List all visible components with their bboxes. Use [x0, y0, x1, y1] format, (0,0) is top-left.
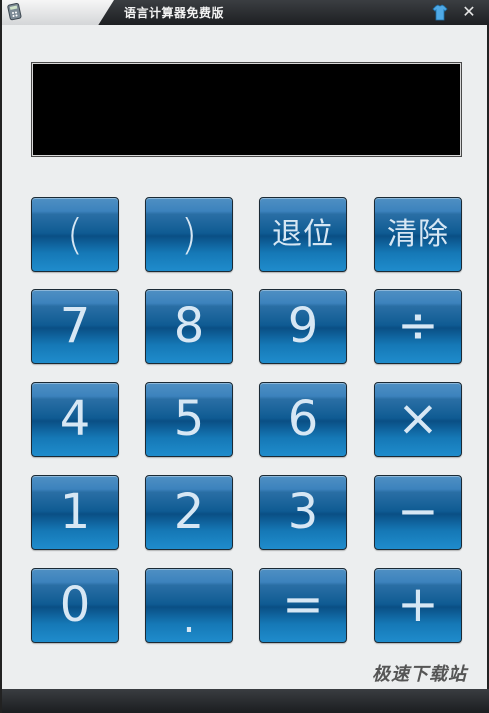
- digit-1-button[interactable]: 1: [31, 475, 119, 550]
- calculator-app-icon: [7, 3, 23, 21]
- equals-label: =: [282, 575, 324, 633]
- clear-button[interactable]: 清除: [374, 197, 462, 272]
- right-paren-label: ): [180, 210, 198, 259]
- backspace-button[interactable]: 退位: [259, 197, 347, 272]
- digit-4-button[interactable]: 4: [31, 382, 119, 457]
- shirt-icon[interactable]: [431, 4, 449, 22]
- multiply-label: ×: [397, 389, 439, 447]
- backspace-label: 退位: [272, 217, 334, 252]
- plus-label: +: [397, 575, 439, 633]
- divide-button[interactable]: ÷: [374, 289, 462, 364]
- digit-6-label: 6: [287, 391, 319, 447]
- digit-9-button[interactable]: 9: [259, 289, 347, 364]
- digit-0-button[interactable]: 0: [31, 568, 119, 643]
- bottom-bar: [2, 689, 489, 713]
- digit-6-button[interactable]: 6: [259, 382, 347, 457]
- left-paren-label: (: [66, 210, 84, 259]
- digit-8-label: 8: [173, 298, 205, 354]
- digit-5-label: 5: [173, 391, 205, 447]
- digit-0-label: 0: [59, 577, 91, 633]
- digit-3-button[interactable]: 3: [259, 475, 347, 550]
- digit-1-label: 1: [59, 484, 91, 540]
- digit-2-label: 2: [173, 484, 205, 540]
- result-display: [31, 62, 462, 157]
- close-icon[interactable]: ✕: [460, 3, 478, 21]
- right-paren-button[interactable]: ): [145, 197, 233, 272]
- digit-9-label: 9: [287, 298, 319, 354]
- clear-label: 清除: [387, 217, 449, 252]
- plus-button[interactable]: +: [374, 568, 462, 643]
- equals-button[interactable]: =: [259, 568, 347, 643]
- window-title: 语言计算器免费版: [124, 6, 225, 20]
- divide-label: ÷: [397, 296, 439, 354]
- minus-label: −: [397, 482, 439, 540]
- left-paren-button[interactable]: (: [31, 197, 119, 272]
- calculator-window: 语言计算器免费版 ✕ ( ) 退位 清除 7 8 9 ÷ 4 5 6 × 1 2…: [0, 0, 489, 713]
- digit-5-button[interactable]: 5: [145, 382, 233, 457]
- minus-button[interactable]: −: [374, 475, 462, 550]
- watermark-text: 极速下载站: [372, 664, 467, 685]
- digit-7-button[interactable]: 7: [31, 289, 119, 364]
- digit-8-button[interactable]: 8: [145, 289, 233, 364]
- digit-3-label: 3: [287, 484, 319, 540]
- digit-2-button[interactable]: 2: [145, 475, 233, 550]
- decimal-point-button[interactable]: .: [145, 568, 233, 643]
- digit-4-label: 4: [59, 391, 91, 447]
- multiply-button[interactable]: ×: [374, 382, 462, 457]
- title-bar[interactable]: 语言计算器免费版 ✕: [2, 0, 489, 25]
- decimal-point-label: .: [182, 596, 196, 642]
- digit-7-label: 7: [59, 298, 91, 354]
